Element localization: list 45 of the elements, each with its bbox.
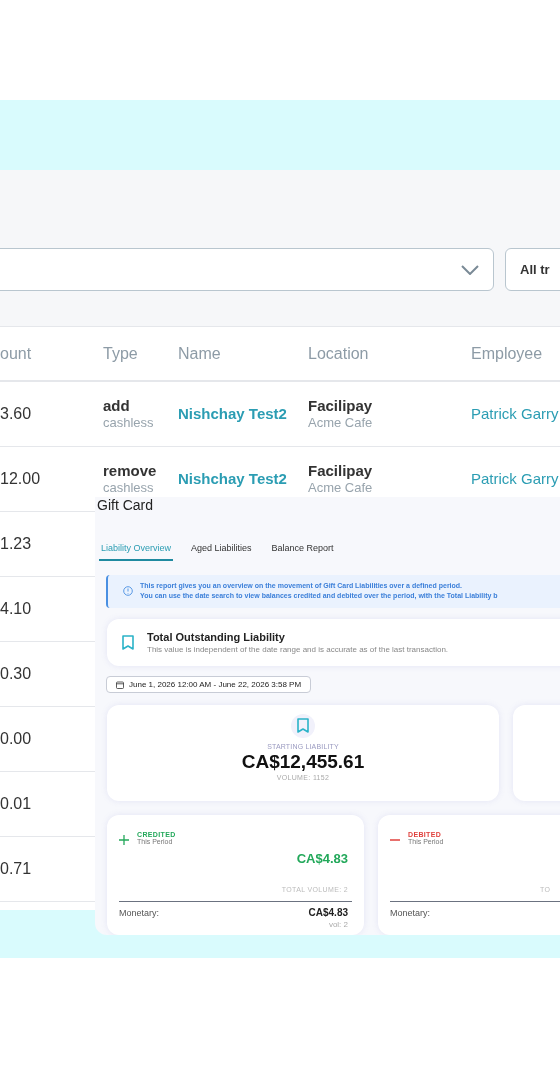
filter-button[interactable]: All tr bbox=[505, 248, 560, 291]
type-cell-text: add bbox=[103, 396, 131, 416]
amount-cell-text: 3.60 bbox=[0, 404, 33, 424]
column-header: Type bbox=[103, 343, 139, 364]
total-liability-title: Total Outstanding Liability bbox=[147, 631, 286, 645]
monetary-amount: CA$4.83 bbox=[308, 907, 348, 920]
column-header: ount bbox=[0, 343, 33, 364]
amount-cell-text: 0.71 bbox=[0, 859, 33, 879]
column-header: Name bbox=[178, 343, 222, 364]
amount-cell-text: 4.10 bbox=[0, 599, 33, 619]
name-link[interactable]: Nishchay Test2 bbox=[178, 467, 308, 491]
column-header: Location bbox=[308, 343, 370, 364]
bookmark-icon bbox=[296, 718, 310, 734]
report-tab[interactable]: Balance Report bbox=[269, 542, 336, 561]
monetary-label: Monetary: bbox=[390, 907, 431, 921]
location-subtext: Acme Cafe bbox=[308, 480, 374, 497]
location-subtext: Acme Cafe bbox=[308, 415, 374, 432]
location-cell-text: Facilipay bbox=[308, 396, 374, 416]
column-header: Employee bbox=[471, 343, 544, 364]
starting-liability-amount: CA$12,455.61 bbox=[241, 752, 365, 772]
plus-icon bbox=[119, 835, 129, 845]
chevron-down-icon bbox=[461, 264, 479, 275]
amount-cell-text: 0.00 bbox=[0, 729, 33, 749]
total-liability-subtitle: This value is independent of the date range and is accurate as of the last transaction. bbox=[147, 644, 449, 655]
bookmark-icon bbox=[121, 634, 135, 651]
employee-link[interactable]: Patrick Garry bbox=[471, 402, 560, 426]
amount-cell-text: 0.30 bbox=[0, 664, 33, 684]
filter-dropdown[interactable] bbox=[0, 248, 494, 291]
panel-title: Gift Card bbox=[97, 498, 154, 512]
movement-amount: CA$4.83 bbox=[296, 850, 348, 868]
monetary-volume: vol: 2 bbox=[328, 920, 348, 930]
date-range-button[interactable]: June 1, 2026 12:00 AM - June 22, 2026 3:58 PM bbox=[106, 676, 312, 693]
report-tab[interactable]: Liability Overview bbox=[99, 542, 174, 561]
type-subtext: cashless bbox=[103, 480, 155, 497]
calendar-icon bbox=[116, 680, 124, 689]
employee-link[interactable]: Patrick Garry bbox=[471, 467, 560, 491]
type-subtext: cashless bbox=[103, 415, 155, 432]
amount-cell-text: 12.00 bbox=[0, 469, 42, 489]
location-cell-text: Facilipay bbox=[308, 461, 374, 481]
name-link[interactable]: Nishchay Test2 bbox=[178, 402, 308, 426]
amount-cell-text: 0.01 bbox=[0, 794, 33, 814]
report-tab[interactable]: Aged Liabilities bbox=[189, 542, 254, 561]
info-icon bbox=[123, 586, 133, 597]
type-cell-text: remove bbox=[103, 461, 158, 481]
monetary-label: Monetary: bbox=[119, 907, 160, 921]
